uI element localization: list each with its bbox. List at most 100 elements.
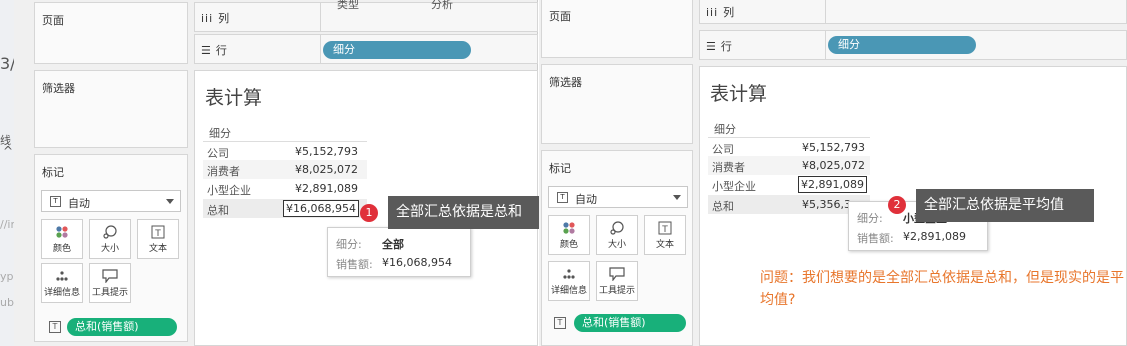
- filters-title: 筛选器: [549, 76, 582, 89]
- tooltip-value: 全部: [382, 238, 404, 251]
- detail-button[interactable]: 详细信息: [41, 263, 83, 303]
- color-button[interactable]: 颜色: [41, 219, 83, 259]
- pages-title: 页面: [549, 10, 571, 23]
- row-label: 消费者: [712, 161, 745, 174]
- row-label: 小型企业: [712, 180, 756, 193]
- table-row[interactable]: 公司 ¥5,152,793: [203, 141, 367, 160]
- background-text-fragment: ^: [3, 144, 14, 158]
- tooltip-key: 细分:: [857, 212, 883, 225]
- color-icon: [549, 220, 589, 236]
- detail-button[interactable]: 详细信息: [548, 261, 590, 301]
- tooltip-button[interactable]: 工具提示: [89, 263, 131, 303]
- size-icon: [597, 220, 637, 236]
- background-text-fragment: //ir: [0, 218, 15, 231]
- row-value: ¥5,152,793: [295, 145, 358, 158]
- size-button[interactable]: 大小: [89, 219, 131, 259]
- measure-pill[interactable]: 总和(销售额): [574, 314, 686, 332]
- table-row[interactable]: 消费者 ¥8,025,072: [708, 156, 870, 175]
- color-label: 颜色: [559, 240, 578, 250]
- marks-card: 标记 T 自动 颜色 大小 T 文本 详细信息 工具提示 T 总和(销售额): [541, 150, 693, 346]
- row-value-selected: ¥16,068,954: [283, 200, 359, 217]
- text-label: 文本: [148, 244, 167, 254]
- header-fragment: 分析: [431, 0, 453, 11]
- color-label: 颜色: [52, 244, 71, 254]
- filters-title: 筛选器: [42, 82, 75, 95]
- rows-pill[interactable]: 细分: [828, 36, 976, 54]
- text-button[interactable]: T 文本: [644, 215, 686, 255]
- left-screenshot: 页面 筛选器 标记 T 自动 颜色 大小 T 文本 详细信息 工具提示 T 总和…: [14, 0, 538, 346]
- table-row[interactable]: 小型企业 ¥2,891,089: [708, 175, 870, 194]
- table-header: 细分: [714, 123, 736, 136]
- header-fragment: 类型: [337, 0, 359, 11]
- size-label: 大小: [607, 240, 626, 250]
- view-title: 表计算: [710, 83, 768, 105]
- view-title: 表计算: [205, 87, 263, 109]
- tooltip-key: 细分:: [336, 238, 362, 251]
- table-row[interactable]: 公司 ¥5,152,793: [708, 137, 870, 156]
- text-mark-icon: T: [557, 192, 568, 203]
- pages-card: 页面: [541, 0, 693, 58]
- marks-card: 标记 T 自动 颜色 大小 T 文本 详细信息 工具提示 T 总和(销售额): [34, 154, 188, 342]
- tooltip-value: ¥2,891,089: [903, 230, 966, 243]
- rows-divider: [825, 31, 826, 59]
- question-note: 问题：我们想要的是全部汇总依据是总和，但是现实的是平均值?: [760, 270, 1124, 308]
- row-label: 消费者: [207, 165, 240, 178]
- columns-icon: iii: [706, 5, 719, 19]
- mark-type-dropdown[interactable]: T 自动: [548, 186, 688, 208]
- chevron-down-icon: [673, 195, 681, 200]
- detail-label: 详细信息: [550, 286, 587, 296]
- rows-icon: ☰: [706, 39, 716, 53]
- measure-pill[interactable]: 总和(销售额): [67, 318, 177, 336]
- columns-label: iii 列: [201, 10, 229, 26]
- chevron-down-icon: [166, 199, 174, 204]
- rows-shelf[interactable]: ☰ 行 细分: [194, 34, 538, 64]
- svg-text:T: T: [661, 225, 668, 235]
- annotation-callout: 全部汇总依据是平均值: [916, 189, 1094, 222]
- marks-title: 标记: [549, 162, 571, 175]
- size-label: 大小: [100, 244, 119, 254]
- text-button[interactable]: T 文本: [137, 219, 179, 259]
- table-row-total[interactable]: 总和 ¥5,356,3: [708, 195, 870, 214]
- table-row-total[interactable]: 总和 ¥16,068,954: [203, 199, 367, 218]
- columns-shelf[interactable]: iii 列: [699, 0, 1127, 24]
- columns-text: 列: [723, 6, 735, 19]
- annotation-badge: 1: [360, 204, 378, 222]
- pages-card: 页面: [34, 2, 188, 64]
- pages-title: 页面: [42, 14, 64, 27]
- tooltip-key: 销售额:: [336, 258, 373, 271]
- mark-tooltip: 细分: 全部 销售额: ¥16,068,954: [327, 227, 471, 277]
- tooltip-icon: [597, 266, 637, 282]
- mark-type-label: 自动: [68, 197, 90, 210]
- size-button[interactable]: 大小: [596, 215, 638, 255]
- tooltip-label: 工具提示: [598, 286, 635, 296]
- detail-icon: [549, 266, 589, 282]
- row-label: 公司: [712, 143, 734, 156]
- row-value-selected: ¥2,891,089: [798, 176, 867, 193]
- table-row[interactable]: 小型企业 ¥2,891,089: [203, 179, 367, 198]
- detail-label: 详细信息: [43, 288, 80, 298]
- tooltip-button[interactable]: 工具提示: [596, 261, 638, 301]
- rows-text: 行: [720, 40, 732, 53]
- text-shelf-icon: T: [554, 317, 566, 329]
- row-value: ¥8,025,072: [295, 163, 358, 176]
- rows-label: ☰ 行: [706, 38, 732, 54]
- table-header: 细分: [209, 127, 231, 140]
- color-button[interactable]: 颜色: [548, 215, 590, 255]
- detail-icon: [42, 268, 82, 284]
- table-row[interactable]: 消费者 ¥8,025,072: [203, 160, 367, 179]
- columns-shelf[interactable]: iii 列 类型 分析: [194, 0, 538, 32]
- row-label: 总和: [207, 204, 229, 217]
- columns-label: iii 列: [706, 4, 734, 20]
- filters-card: 筛选器: [541, 64, 693, 144]
- columns-divider: [320, 3, 321, 31]
- columns-divider: [825, 0, 826, 23]
- tooltip-icon: [90, 268, 130, 284]
- rows-pill[interactable]: 细分: [323, 41, 471, 59]
- mark-type-dropdown[interactable]: T 自动: [41, 190, 181, 212]
- row-value: ¥8,025,072: [802, 159, 865, 172]
- row-value: ¥5,356,3: [802, 198, 851, 211]
- tooltip-value: ¥16,068,954: [382, 256, 452, 269]
- rows-shelf[interactable]: ☰ 行 细分: [699, 30, 1127, 60]
- row-value: ¥5,152,793: [802, 141, 865, 154]
- size-icon: [90, 224, 130, 240]
